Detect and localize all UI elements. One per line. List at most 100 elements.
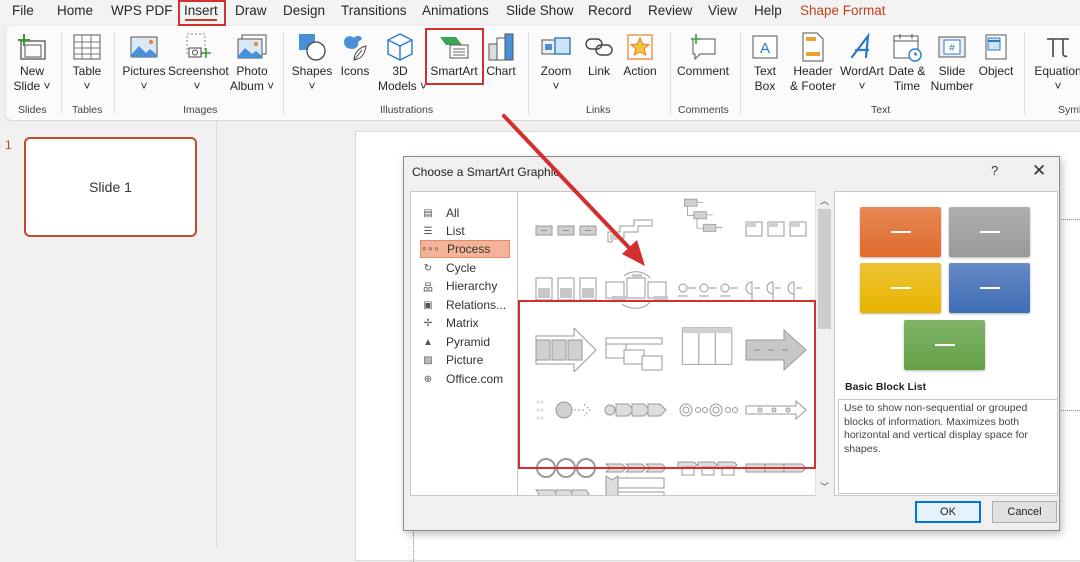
category-process[interactable]: ∘∘∘ Process bbox=[420, 240, 510, 258]
category-office-com[interactable]: ⊕ Office.com bbox=[420, 370, 510, 388]
text-box-icon: A bbox=[746, 30, 784, 64]
icons-button[interactable]: Icons bbox=[336, 30, 374, 79]
matrix-icon: ✢ bbox=[423, 317, 433, 329]
category-picture[interactable]: ▨ Picture bbox=[420, 351, 510, 369]
category-hierarchy[interactable]: 品 Hierarchy bbox=[420, 277, 510, 295]
layout-thumbnail[interactable] bbox=[674, 196, 742, 240]
help-button[interactable]: ? bbox=[991, 163, 998, 178]
layout-thumbnail[interactable] bbox=[532, 208, 600, 252]
preview-block bbox=[949, 207, 1030, 257]
group-label-comments: Comments bbox=[678, 104, 729, 116]
layout-thumbnail[interactable] bbox=[742, 268, 810, 312]
gallery-scrollbar[interactable]: ︿ ﹀ bbox=[815, 191, 832, 496]
scrollbar-thumb[interactable] bbox=[818, 209, 831, 329]
tab-wps-pdf[interactable]: WPS PDF bbox=[111, 3, 173, 18]
ribbon: New Slide ˅ Slides Table ˅ Tables Pictur… bbox=[6, 26, 1080, 120]
tab-transitions[interactable]: Transitions bbox=[341, 3, 407, 18]
shapes-button[interactable]: Shapes ˅ bbox=[290, 30, 334, 94]
group-label-images: Images bbox=[183, 104, 218, 116]
tab-design[interactable]: Design bbox=[283, 3, 325, 18]
layout-thumbnail[interactable] bbox=[674, 268, 742, 312]
tab-record[interactable]: Record bbox=[588, 3, 632, 18]
layout-thumbnail[interactable] bbox=[532, 480, 600, 496]
category-relationship[interactable]: ▣ Relations... bbox=[420, 296, 510, 314]
slide-thumbnail[interactable]: Slide 1 bbox=[24, 137, 197, 237]
layout-thumbnail[interactable] bbox=[674, 324, 742, 368]
layout-thumbnail[interactable] bbox=[602, 388, 670, 432]
equation-button[interactable]: Equation ˅ bbox=[1030, 30, 1080, 94]
date-time-button[interactable]: Date & Time bbox=[886, 30, 928, 94]
category-pyramid[interactable]: ▲ Pyramid bbox=[420, 333, 510, 351]
header-footer-button[interactable]: Header & Footer bbox=[788, 30, 838, 94]
header-footer-icon bbox=[788, 30, 838, 64]
menu-bar: File Home WPS PDF Insert Draw Design Tra… bbox=[0, 0, 1080, 24]
picture-icon: ▨ bbox=[423, 354, 433, 366]
pictures-button[interactable]: Pictures ˅ bbox=[122, 30, 166, 94]
tab-view[interactable]: View bbox=[708, 3, 737, 18]
ok-button[interactable]: OK bbox=[915, 501, 981, 523]
layout-thumbnail[interactable] bbox=[742, 446, 810, 490]
scroll-down-icon[interactable]: ﹀ bbox=[816, 480, 833, 493]
layout-thumbnail[interactable] bbox=[532, 328, 600, 372]
icons-icon bbox=[336, 30, 374, 64]
close-button[interactable]: ✕ bbox=[1032, 161, 1046, 181]
tab-insert[interactable]: Insert bbox=[184, 3, 218, 21]
slide-number-button[interactable]: # Slide Number bbox=[930, 30, 974, 94]
3d-models-button[interactable]: 3D Models ˅ bbox=[378, 30, 427, 94]
preview-description: Use to show non-sequential or grouped bl… bbox=[838, 399, 1058, 494]
link-button[interactable]: Link bbox=[584, 30, 614, 79]
separator bbox=[114, 32, 115, 114]
wordart-icon bbox=[840, 30, 884, 64]
zoom-icon bbox=[536, 30, 576, 64]
layout-thumbnail[interactable] bbox=[532, 268, 600, 312]
category-matrix[interactable]: ✢ Matrix bbox=[420, 314, 510, 332]
action-button[interactable]: Action bbox=[620, 30, 660, 79]
smartart-button[interactable]: SmartArt bbox=[428, 30, 480, 79]
layout-thumbnail[interactable] bbox=[742, 328, 810, 372]
screenshot-button[interactable]: Screenshot ˅ bbox=[168, 30, 229, 94]
tab-shape-format[interactable]: Shape Format bbox=[800, 3, 886, 18]
cancel-button[interactable]: Cancel bbox=[992, 501, 1057, 523]
tab-slide-show[interactable]: Slide Show bbox=[506, 3, 574, 18]
wordart-button[interactable]: WordArt ˅ bbox=[840, 30, 884, 94]
object-button[interactable]: Object bbox=[976, 30, 1016, 79]
text-box-button[interactable]: A Text Box bbox=[746, 30, 784, 94]
table-icon bbox=[68, 30, 106, 64]
tab-file[interactable]: File bbox=[12, 3, 34, 18]
pyramid-icon: ▲ bbox=[423, 336, 433, 348]
smartart-dialog: Choose a SmartArt Graphic ? ✕ ▤ All ☰ List… bbox=[403, 156, 1060, 531]
tab-home[interactable]: Home bbox=[57, 3, 93, 18]
group-label-links: Links bbox=[586, 104, 611, 116]
layout-thumbnail[interactable] bbox=[674, 446, 742, 490]
new-slide-button[interactable]: New Slide ˅ bbox=[12, 30, 52, 94]
tab-draw[interactable]: Draw bbox=[235, 3, 267, 18]
placeholder-border bbox=[413, 532, 414, 562]
group-label-symbols: Symb bbox=[1058, 104, 1080, 116]
category-cycle[interactable]: ↻ Cycle bbox=[420, 259, 510, 277]
layout-thumbnail[interactable] bbox=[674, 388, 742, 432]
layout-thumbnail[interactable] bbox=[602, 328, 670, 372]
pictures-icon bbox=[122, 30, 166, 64]
category-list-item[interactable]: ☰ List bbox=[420, 222, 510, 240]
layout-thumbnail[interactable] bbox=[532, 388, 600, 432]
comment-button[interactable]: Comment bbox=[674, 30, 732, 79]
category-all[interactable]: ▤ All bbox=[420, 204, 510, 222]
separator bbox=[283, 32, 284, 114]
layout-thumbnail[interactable] bbox=[602, 268, 670, 312]
calendar-clock-icon bbox=[886, 30, 928, 64]
tab-review[interactable]: Review bbox=[648, 3, 692, 18]
separator bbox=[1024, 32, 1025, 114]
cube-icon bbox=[378, 30, 422, 64]
layout-thumbnail[interactable] bbox=[742, 388, 810, 432]
slide-number: 1 bbox=[5, 138, 12, 152]
layout-thumbnail[interactable] bbox=[742, 208, 810, 252]
table-button[interactable]: Table ˅ bbox=[68, 30, 106, 94]
layout-thumbnail[interactable] bbox=[602, 208, 670, 252]
scroll-up-icon[interactable]: ︿ bbox=[816, 194, 833, 207]
photo-album-button[interactable]: Photo Album ˅ bbox=[228, 30, 276, 94]
chart-button[interactable]: Chart bbox=[484, 30, 518, 79]
tab-help[interactable]: Help bbox=[754, 3, 782, 18]
tab-animations[interactable]: Animations bbox=[422, 3, 489, 18]
layout-thumbnail[interactable] bbox=[602, 474, 670, 496]
zoom-button[interactable]: Zoom ˅ bbox=[536, 30, 576, 94]
